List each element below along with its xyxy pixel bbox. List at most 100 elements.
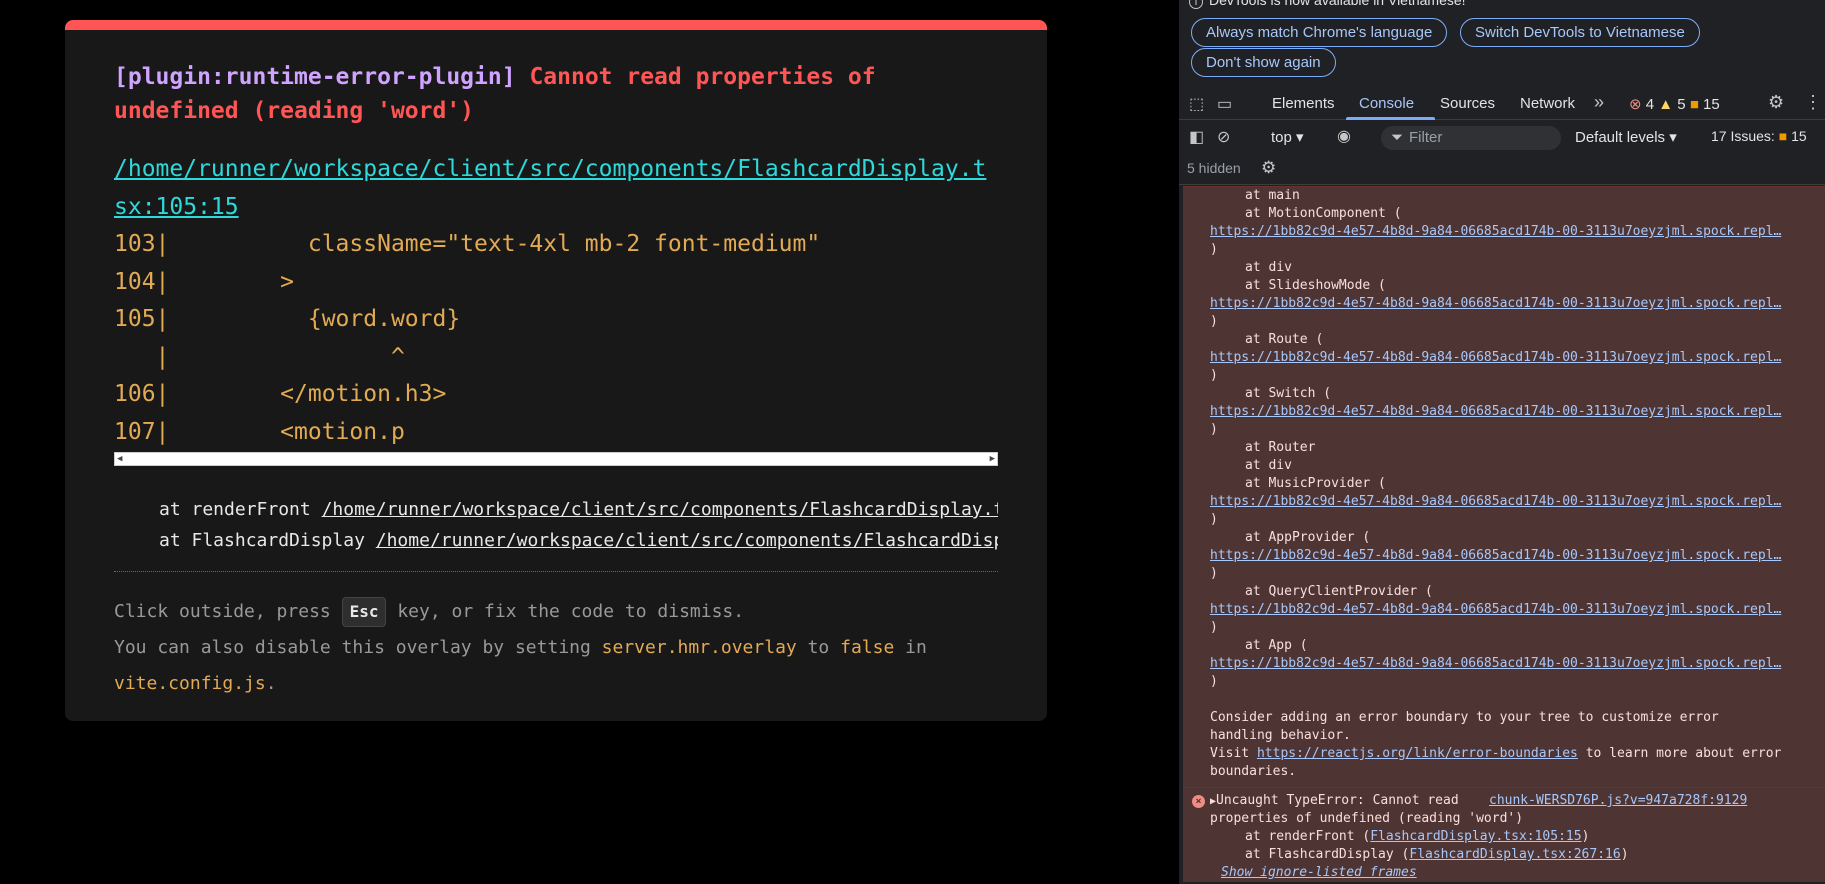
uncaught-error-message[interactable]: × ▶Uncaught TypeError: Cannot read chunk-… <box>1183 787 1825 882</box>
tip-text: in <box>894 637 927 658</box>
source-link[interactable]: https://1bb82c9d-4e57-4b8d-9a84-06685acd… <box>1210 350 1781 365</box>
code-frame: 103| className="text-4xl mb-2 font-mediu… <box>114 226 998 451</box>
code-line: | ^ <box>114 343 405 370</box>
stack-url-line: https://1bb82c9d-4e57-4b8d-9a84-06685acd… <box>1183 295 1825 313</box>
stack-trace: at renderFront /home/runner/workspace/cl… <box>114 494 998 556</box>
issue-counters[interactable]: ⊗ 4 ▲ 5 ■ 15 <box>1629 95 1720 113</box>
stack-url-line: https://1bb82c9d-4e57-4b8d-9a84-06685acd… <box>1183 493 1825 511</box>
console-toolbar-row2: 5 hidden ⚙ <box>1179 153 1825 185</box>
stack-line: at MotionComponent ( <box>1245 206 1402 221</box>
console-messages: at main at MotionComponent ( https://1bb… <box>1183 186 1825 884</box>
source-link[interactable]: FlashcardDisplay.tsx:267:16 <box>1409 847 1620 862</box>
settings-gear-icon[interactable]: ⚙ <box>1768 92 1784 113</box>
stack-url-line: https://1bb82c9d-4e57-4b8d-9a84-06685acd… <box>1183 655 1825 673</box>
tip-text: key, or fix the code to dismiss. <box>386 601 745 622</box>
issues-button[interactable]: 17 Issues: ■ 15 <box>1711 128 1807 144</box>
config-key: server.hmr.overlay <box>601 637 797 658</box>
source-link[interactable]: https://1bb82c9d-4e57-4b8d-9a84-06685acd… <box>1210 656 1781 671</box>
issues-label: 17 Issues: <box>1711 128 1775 144</box>
stack-fn: at renderFront <box>159 499 311 520</box>
advice-line: handling behavior. <box>1210 728 1351 743</box>
source-link[interactable]: https://1bb82c9d-4e57-4b8d-9a84-06685acd… <box>1210 296 1781 311</box>
stack-line: ) <box>1210 242 1218 257</box>
source-link[interactable]: https://1bb82c9d-4e57-4b8d-9a84-06685acd… <box>1210 494 1781 509</box>
source-link[interactable]: FlashcardDisplay.tsx:105:15 <box>1370 829 1581 844</box>
advice-line: boundaries. <box>1210 764 1297 779</box>
switch-vietnamese-button[interactable]: Switch DevTools to Vietnamese <box>1460 18 1700 47</box>
uncaught-text: Uncaught TypeError: Cannot read <box>1216 793 1459 808</box>
stack-url-line: https://1bb82c9d-4e57-4b8d-9a84-06685acd… <box>1183 403 1825 421</box>
stack-line: at div <box>1245 260 1292 275</box>
stack-file-link[interactable]: /home/runner/workspace/client/src/compon… <box>322 499 998 520</box>
stack-line: ) <box>1210 314 1218 329</box>
stack-fn: at FlashcardDisplay ( <box>1245 847 1410 862</box>
source-link[interactable]: chunk-WERSD76P.js?v=947a728f:9129 <box>1489 792 1747 810</box>
more-tabs-icon[interactable]: » <box>1594 92 1604 113</box>
warning-count: 5 <box>1677 96 1686 113</box>
source-link[interactable]: https://1bb82c9d-4e57-4b8d-9a84-06685acd… <box>1210 602 1781 617</box>
stack-line: at FlashcardDisplay (FlashcardDisplay.ts… <box>1245 847 1629 862</box>
source-link[interactable]: https://1bb82c9d-4e57-4b8d-9a84-06685acd… <box>1210 404 1781 419</box>
stack-line: at main <box>1245 188 1300 203</box>
stack-line: at AppProvider ( <box>1245 530 1371 545</box>
more-options-icon[interactable]: ⋮ <box>1804 92 1822 113</box>
stack-line: ) <box>1210 422 1218 437</box>
divider <box>114 571 998 572</box>
device-toolbar-icon[interactable]: ▭ <box>1217 94 1232 114</box>
sidebar-toggle-icon[interactable]: ◧ <box>1189 127 1204 147</box>
stack-line: ) <box>1210 512 1218 527</box>
tab-sources[interactable]: Sources <box>1440 95 1495 112</box>
tab-elements[interactable]: Elements <box>1272 95 1335 112</box>
dont-show-again-button[interactable]: Don't show again <box>1191 48 1336 77</box>
tab-network[interactable]: Network <box>1520 95 1575 112</box>
banner-text: DevTools is now available in Vietnamese! <box>1209 0 1466 8</box>
stack-line: at SlideshowMode ( <box>1245 278 1386 293</box>
advice-line: Consider adding an error boundary to you… <box>1210 710 1719 725</box>
issue-icon: ■ <box>1689 96 1699 113</box>
error-overlay-panel: [plugin:runtime-error-plugin] Cannot rea… <box>65 20 1047 721</box>
tip-text: Click outside, press <box>114 601 342 622</box>
stack-line: ) <box>1210 566 1218 581</box>
issue-flag-icon: ■ <box>1778 128 1788 144</box>
code-frame-scrollbar[interactable]: ◀ ▶ <box>114 452 998 466</box>
stack-file-link[interactable]: /home/runner/workspace/client/src/compon… <box>376 530 998 551</box>
dismiss-tip: Click outside, press Esc key, or fix the… <box>114 594 998 702</box>
console-settings-icon[interactable]: ⚙ <box>1261 158 1276 178</box>
error-count: 4 <box>1645 96 1655 113</box>
stack-line: ) <box>1210 620 1218 635</box>
log-levels-dropdown[interactable]: Default levels ▾ <box>1575 128 1677 146</box>
scroll-right-arrow-icon[interactable]: ▶ <box>990 454 995 464</box>
error-boundaries-link[interactable]: https://reactjs.org/link/error-boundarie… <box>1257 746 1578 761</box>
stack-line: ) <box>1210 368 1218 383</box>
scroll-left-arrow-icon[interactable]: ◀ <box>117 454 122 464</box>
stack-url-line: https://1bb82c9d-4e57-4b8d-9a84-06685acd… <box>1183 349 1825 367</box>
stack-fn: at renderFront ( <box>1245 829 1371 844</box>
config-value: false <box>840 637 895 658</box>
show-ignore-listed-frames-link[interactable]: Show ignore-listed frames <box>1221 865 1417 880</box>
error-icon: ⊗ <box>1629 96 1642 113</box>
context-selector[interactable]: top ▾ <box>1271 128 1304 146</box>
always-match-language-button[interactable]: Always match Chrome's language <box>1191 18 1448 47</box>
warning-icon: ▲ <box>1658 96 1674 113</box>
filter-input[interactable]: ⏷ Filter <box>1381 126 1561 150</box>
code-line: 104| > <box>114 268 295 295</box>
devtools-tabbar: ⬚ ▭ Elements Console Sources Network » ⊗… <box>1179 86 1825 120</box>
clear-console-icon[interactable]: ⊘ <box>1217 127 1230 147</box>
stack-line: at Route ( <box>1245 332 1324 347</box>
tab-console[interactable]: Console <box>1359 95 1414 112</box>
hidden-count: 5 hidden <box>1187 160 1241 176</box>
error-file-link[interactable]: /home/runner/workspace/client/src/compon… <box>114 150 994 226</box>
source-link[interactable]: https://1bb82c9d-4e57-4b8d-9a84-06685acd… <box>1210 548 1781 563</box>
esc-key-badge: Esc <box>341 597 387 627</box>
source-link[interactable]: https://1bb82c9d-4e57-4b8d-9a84-06685acd… <box>1210 224 1781 239</box>
inspect-element-icon[interactable]: ⬚ <box>1189 94 1204 114</box>
live-expression-eye-icon[interactable]: ◉ <box>1337 126 1351 146</box>
error-overlay-backdrop[interactable]: [plugin:runtime-error-plugin] Cannot rea… <box>0 0 1160 884</box>
show-frames-line: Show ignore-listed frames <box>1183 864 1825 882</box>
stack-line: at div <box>1245 458 1292 473</box>
issue-count: 15 <box>1703 96 1720 113</box>
stack-fn: at FlashcardDisplay <box>159 530 365 551</box>
stack-line: at Router <box>1245 440 1316 455</box>
filter-funnel-icon: ⏷ <box>1391 129 1404 146</box>
